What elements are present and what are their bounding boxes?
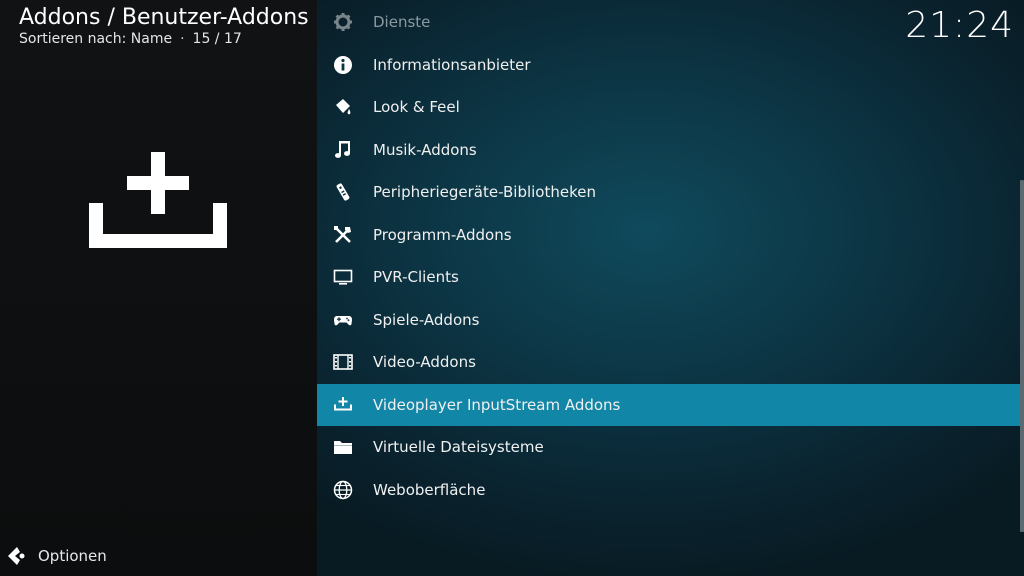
- list-item-label: Spiele-Addons: [373, 311, 480, 329]
- film-icon: [333, 354, 353, 370]
- list-item-label: Weboberfläche: [373, 481, 486, 499]
- addon-browser-window: Addons / Benutzer-Addons Sortieren nach:…: [0, 0, 1024, 576]
- list-item-label: Musik-Addons: [373, 141, 477, 159]
- list-item-label: Programm-Addons: [373, 226, 512, 244]
- list-item-virtuelle-dateisysteme[interactable]: Virtuelle Dateisysteme: [317, 426, 1020, 468]
- download-tray-icon: [334, 397, 352, 411]
- tools-icon: [334, 226, 351, 243]
- globe-icon: [333, 480, 353, 500]
- options-menu-icon: [8, 547, 25, 565]
- gamepad-icon: [334, 316, 352, 326]
- list-item-musik-addons[interactable]: Musik-Addons: [317, 129, 1020, 171]
- info-pane: Addons / Benutzer-Addons Sortieren nach:…: [0, 0, 317, 576]
- list-item-spiele-addons[interactable]: Spiele-Addons: [317, 299, 1020, 341]
- info-icon: [334, 56, 352, 74]
- remote-control-icon: [336, 183, 350, 201]
- sort-info: Sortieren nach: Name · 15 / 17: [19, 30, 242, 48]
- sort-label: Sortieren nach: Name: [19, 31, 173, 47]
- list-item-video-addons[interactable]: Video-Addons: [317, 341, 1020, 383]
- list-item-label: Peripheriegeräte-Bibliotheken: [373, 183, 596, 201]
- list-item-label: Video-Addons: [373, 353, 476, 371]
- folder-icon: [334, 441, 352, 454]
- list-item-programm-addons[interactable]: Programm-Addons: [317, 214, 1020, 256]
- list-item-label: Videoplayer InputStream Addons: [373, 396, 621, 414]
- list-item-label: Informationsanbieter: [373, 56, 531, 74]
- page-title: Addons / Benutzer-Addons: [19, 5, 309, 30]
- addon-list-pane: Dienste Informationsanbieter Look & Feel: [317, 0, 1024, 576]
- list-item-peripheriegeraete[interactable]: Peripheriegeräte-Bibliotheken: [317, 171, 1020, 213]
- options-label: Optionen: [38, 547, 107, 565]
- list-item-label: Look & Feel: [373, 98, 460, 116]
- list-item-label: Virtuelle Dateisysteme: [373, 438, 544, 456]
- list-item-label: PVR-Clients: [373, 268, 459, 286]
- tv-icon: [333, 269, 353, 285]
- music-note-icon: [335, 141, 350, 158]
- list-scrollbar[interactable]: [1020, 180, 1024, 532]
- download-tray-icon: [89, 152, 227, 248]
- list-item-pvr-clients[interactable]: PVR-Clients: [317, 256, 1020, 298]
- gear-icon: [334, 13, 352, 31]
- list-item-videoplayer-inputstream[interactable]: Videoplayer InputStream Addons: [317, 384, 1020, 426]
- item-position: 15 / 17: [192, 31, 242, 47]
- options-button[interactable]: Optionen: [7, 545, 107, 567]
- clock: 21:24: [905, 5, 1014, 46]
- list-item-label: Dienste: [373, 13, 431, 31]
- list-item-look-and-feel[interactable]: Look & Feel: [317, 86, 1020, 128]
- separator: ·: [180, 31, 185, 47]
- list-item-informationsanbieter[interactable]: Informationsanbieter: [317, 44, 1020, 86]
- list-item-weboberflaeche[interactable]: Weboberfläche: [317, 469, 1020, 511]
- paint-bucket-icon: [336, 99, 351, 115]
